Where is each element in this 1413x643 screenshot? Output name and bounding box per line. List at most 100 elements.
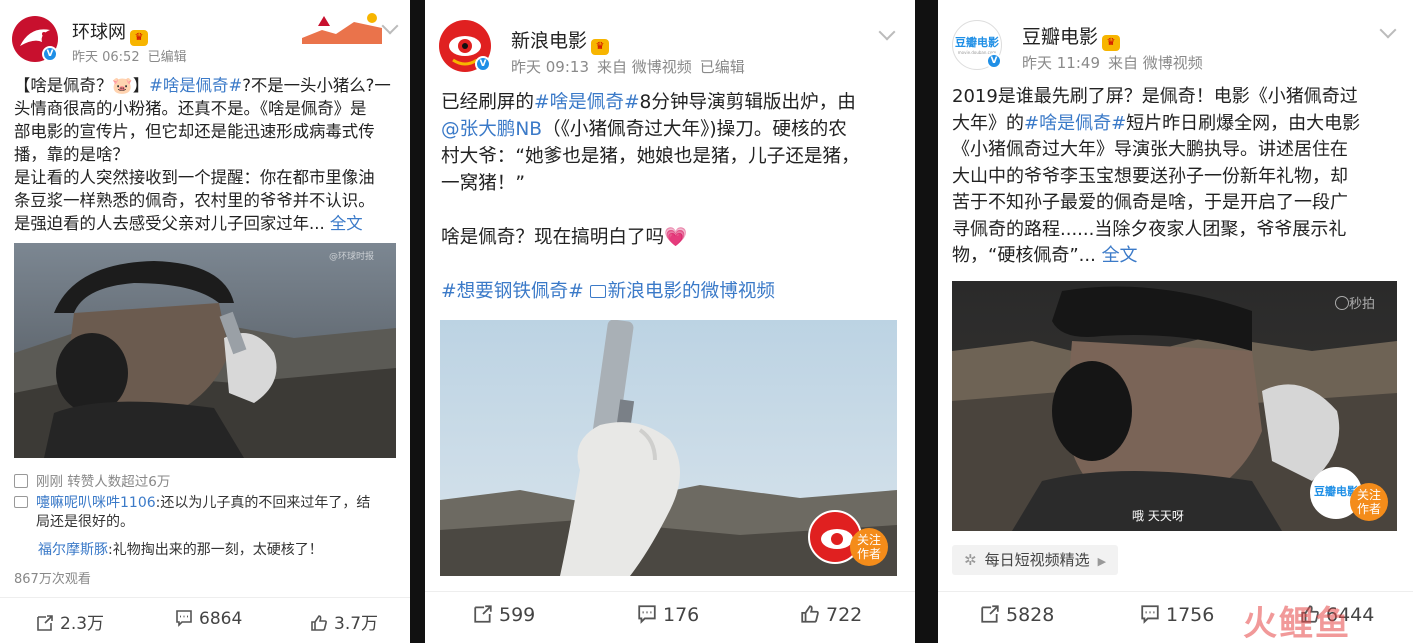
like-count: 3.7万: [334, 614, 379, 634]
video-player[interactable]: @环球时报: [14, 243, 396, 458]
like-small-icon: [14, 474, 28, 488]
more-options-icon[interactable]: [1379, 21, 1397, 39]
text-line: 头情商很高的小粉猪。还真不是。《啥是佩奇》是: [14, 99, 367, 118]
user-name-label[interactable]: 豆瓣电影: [1022, 26, 1098, 48]
corner-watermark: 火鲤鱼: [1243, 604, 1351, 643]
text-segment: 8分钟导演剪辑版出炉，由: [639, 92, 856, 113]
comment-count: 6864: [199, 609, 243, 629]
follow-label: 关注: [1356, 488, 1381, 502]
text-line: 是强迫看的人去感受父亲对儿子回家过年...: [14, 214, 325, 233]
repost-button[interactable]: 599: [473, 604, 535, 626]
text-line: 大山中的爷爷李玉宝想要送孙子一份新年礼物，却: [952, 165, 1348, 187]
comment-text: :礼物掏出来的那一刻，太硬核了！: [108, 542, 323, 558]
verified-icon: V: [475, 56, 491, 72]
repost-icon: [474, 605, 492, 623]
text-line: 物，“硬核佩奇”...: [952, 245, 1096, 266]
action-bar: 599 176 722: [425, 591, 915, 643]
douban-logo-text: 豆瓣电影: [955, 36, 999, 49]
user-name[interactable]: 环球网 ♛: [72, 18, 148, 46]
hashtag-link[interactable]: #啥是佩奇#: [149, 76, 242, 95]
comment-count: 1756: [1166, 604, 1215, 626]
video-frame-old-man: [14, 243, 396, 458]
read-more-link[interactable]: 全文: [330, 214, 363, 233]
topic-chip[interactable]: ✲ 每日短视频精选 ▶: [952, 545, 1119, 575]
hashtag-link[interactable]: #啥是佩奇#: [534, 92, 640, 113]
hashtag-link[interactable]: #想要钢铁佩奇#: [441, 281, 584, 302]
post-time: 昨天 09:13: [511, 58, 589, 76]
video-link[interactable]: 新浪电影的微博视频: [589, 281, 775, 302]
comment-button[interactable]: 176: [637, 604, 699, 626]
text-segment: 已经刷屏的: [441, 92, 534, 113]
text-segment: 【啥是佩奇？🐷】: [14, 76, 150, 95]
post-source: 来自 微博视频: [1108, 54, 1203, 72]
repost-icon: [981, 605, 999, 623]
video-player[interactable]: 秒拍 哦 天天呀 豆瓣电影 关注 作者: [952, 281, 1397, 531]
repost-count: 599: [499, 604, 536, 626]
text-segment: 大年》的: [952, 112, 1024, 134]
more-options-icon[interactable]: [381, 17, 399, 35]
comment-icon: [638, 605, 656, 624]
text-line: 苦于不知孙子最爱的佩奇是啥，于是开启了一段广: [952, 192, 1348, 213]
comment-count: 176: [663, 604, 700, 626]
comment-icon: [1141, 605, 1159, 624]
like-button[interactable]: 722: [800, 604, 862, 626]
crown-icon: ♛: [591, 39, 610, 55]
text-line: 2019是谁最先刷了屏？是佩奇！电影《小猪佩奇过: [952, 86, 1358, 107]
user-name-label[interactable]: 环球网: [72, 22, 126, 43]
follow-author-button[interactable]: 关注 作者: [850, 528, 888, 566]
edited-label: 已编辑: [147, 50, 187, 65]
text-line: 部电影的宣传片，但它却还是能迅速形成病毒式传: [14, 122, 375, 141]
follow-label: 作者: [1356, 502, 1381, 516]
video-link-icon: [589, 285, 606, 298]
user-name-label[interactable]: 新浪电影: [511, 30, 587, 52]
post-meta: 昨天 11:49 来自 微博视频: [1022, 52, 1203, 73]
comment-text: :还以为儿子真的不回来过年了，结: [155, 495, 371, 511]
user-name[interactable]: 豆瓣电影 ♛: [1022, 22, 1121, 51]
user-name[interactable]: 新浪电影 ♛: [511, 26, 610, 55]
read-more-link[interactable]: 全文: [1102, 245, 1138, 266]
hashtag-link[interactable]: #啥是佩奇#: [1024, 113, 1126, 134]
text-segment: ?不是一头小猪么?一: [242, 76, 391, 95]
repost-icon: [37, 615, 53, 631]
comment-user[interactable]: 福尔摩斯豚: [38, 542, 108, 558]
repost-count: 2.3万: [60, 614, 105, 634]
text-line: 《小猪佩奇过大年》导演张大鹏执导。讲述居住在: [952, 139, 1348, 160]
like-count: 722: [826, 604, 863, 626]
text-line: 寻佩奇的路程......当除夕夜家人团聚，爷爷展示礼: [952, 218, 1347, 240]
like-note: 刚刚 转赞人数超过6万: [14, 470, 170, 490]
weibo-card-huanqiu: V 环球网 ♛ 昨天 06:52 已编辑 【啥是佩奇？🐷】#啥是佩奇#?不是一头小猪…: [0, 0, 410, 643]
text-line: 条豆浆一样熟悉的佩奇，农村里的爷爷并不认识。: [14, 191, 375, 210]
text-line: 一窝猪！”: [441, 173, 526, 194]
like-note-text: 刚刚 转赞人数超过6万: [36, 474, 171, 490]
miaopai-label: 秒拍: [1348, 297, 1375, 312]
repost-count: 5828: [1006, 604, 1055, 626]
post-text: 2019是谁最先刷了屏？是佩奇！电影《小猪佩奇过 大年》的#啥是佩奇#短片昨日刷…: [952, 84, 1404, 270]
text-line: 播，靠的是啥？: [14, 145, 129, 164]
view-count: 867万次观看: [14, 572, 91, 587]
comment-button[interactable]: 1756: [1140, 604, 1214, 626]
weibo-card-douban-movie: 豆瓣电影 movie.douban.com V 豆瓣电影 ♛ 昨天 11:49 来自…: [938, 0, 1413, 643]
thumbs-up-icon: [801, 605, 819, 623]
more-options-icon[interactable]: [878, 23, 896, 41]
topic-chip-label[interactable]: 每日短视频精选: [985, 551, 1090, 569]
comment-preview[interactable]: 福尔摩斯豚:礼物掏出来的那一刻，太硬核了！: [38, 539, 323, 559]
follow-author-button[interactable]: 关注 作者: [1350, 483, 1388, 521]
card-header: V 新浪电影 ♛ 昨天 09:13 来自 微博视频 已编辑: [425, 0, 915, 88]
comment-preview[interactable]: 嚏嘛呢叭咪吽1106:还以为儿子真的不回来过年了，结 局还是很好的。: [14, 494, 400, 532]
comment-user[interactable]: 嚏嘛呢叭咪吽1106: [36, 495, 156, 511]
text-segment: 短片昨日刷爆全网，由大电影: [1126, 112, 1361, 134]
action-bar: 2.3万 6864 3.7万: [0, 597, 410, 643]
play-circle-icon: [1334, 296, 1349, 310]
video-watermark: @环球时报: [328, 252, 374, 262]
text-line: 是让看的人突然接收到一个提醒：你在都市里像油: [14, 168, 375, 187]
repost-button[interactable]: 2.3万: [36, 609, 104, 634]
comment-icon: [14, 496, 28, 508]
repost-button[interactable]: 5828: [980, 604, 1054, 626]
like-button[interactable]: 3.7万: [310, 609, 378, 634]
video-link-text[interactable]: 新浪电影的微博视频: [608, 281, 775, 302]
video-subtitle: 哦 天天呀: [1132, 509, 1184, 523]
text-line: 啥是佩奇？现在搞明白了吗💗: [441, 227, 688, 248]
mention-link[interactable]: @张大鹏NB: [441, 119, 542, 140]
comment-button[interactable]: 6864: [175, 609, 242, 629]
video-player[interactable]: 关注 作者: [440, 320, 897, 576]
